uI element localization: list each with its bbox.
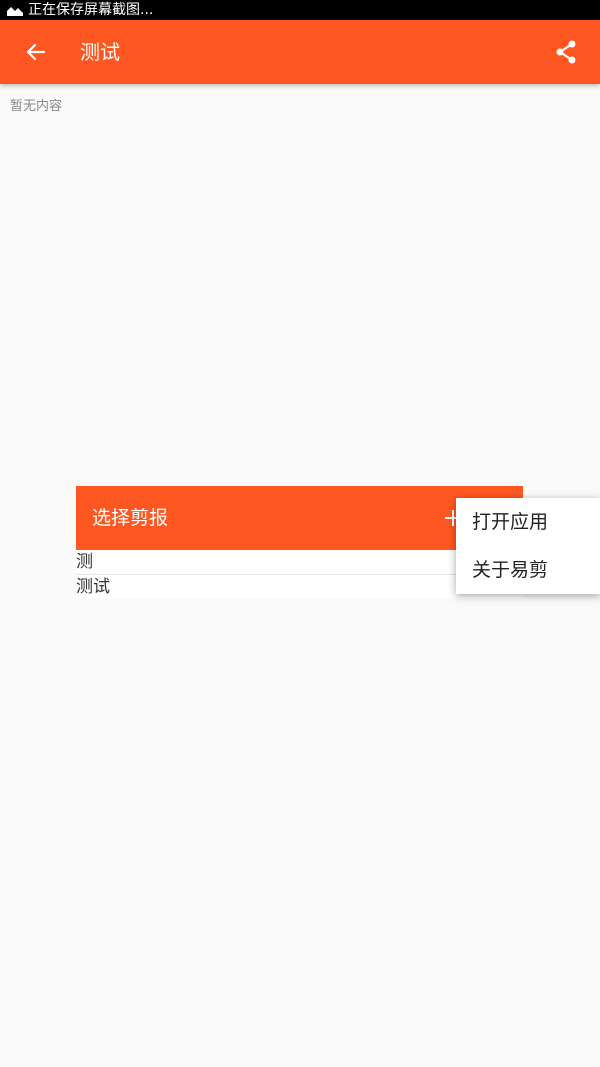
share-button[interactable] [550, 36, 582, 68]
page-title: 测试 [80, 40, 120, 64]
menu-item-about[interactable]: 关于易剪 [456, 546, 600, 594]
status-bar-text: 正在保存屏幕截图... [28, 2, 154, 18]
clip-dialog-title: 选择剪报 [92, 507, 169, 529]
screenshot-notification-icon [7, 7, 23, 16]
menu-item-open-app[interactable]: 打开应用 [456, 498, 600, 546]
app-bar: 测试 [0, 20, 600, 84]
empty-state-text: 暂无内容 [10, 99, 63, 114]
back-button[interactable] [20, 36, 52, 68]
arrow-left-icon [26, 43, 46, 61]
status-bar: 正在保存屏幕截图... [0, 0, 600, 20]
share-icon [556, 40, 576, 64]
overflow-popup-menu: 打开应用 关于易剪 [456, 498, 600, 594]
